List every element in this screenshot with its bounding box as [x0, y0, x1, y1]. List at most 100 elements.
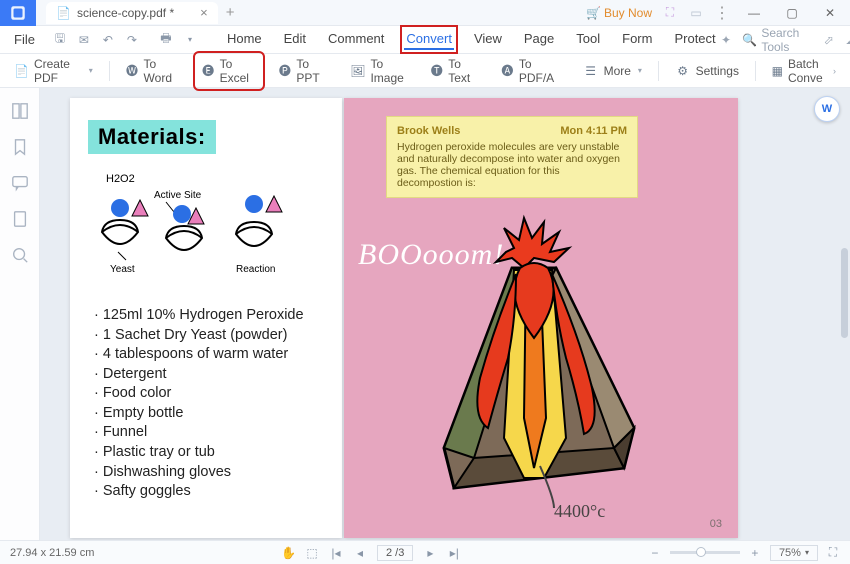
title-bar: 📄 science-copy.pdf * × + 🛒 Buy Now ⛶ ▭ ⋮… [0, 0, 850, 26]
materials-heading: Materials: [88, 120, 216, 154]
undo-icon[interactable]: ↶ [99, 31, 117, 49]
svg-text:H2O2: H2O2 [106, 173, 135, 185]
to-word-button[interactable]: 🅦To Word [120, 54, 186, 88]
page-dimensions: 27.94 x 21.59 cm [10, 547, 94, 559]
maximize-button[interactable]: ▢ [778, 3, 806, 23]
open-external-icon[interactable]: ⬀ [822, 32, 835, 48]
to-image-button[interactable]: 🖼To Image [344, 54, 414, 88]
save-icon[interactable]: 🖫 [51, 31, 69, 49]
list-item: 4 tablespoons of warm water [94, 345, 324, 365]
zoom-in-button[interactable]: + [748, 546, 762, 560]
status-bar: 27.94 x 21.59 cm ✋ ⬚ |◂ ◂ 2 /3 ▸ ▸| − + … [0, 540, 850, 564]
last-page-button[interactable]: ▸| [447, 546, 461, 560]
search-panel-icon[interactable] [11, 246, 29, 264]
more-icon: ☰ [583, 63, 599, 79]
chevron-down-icon: ▾ [89, 66, 93, 75]
tab-tool[interactable]: Tool [574, 29, 602, 50]
app-logo[interactable] [0, 0, 36, 26]
cloud-icon[interactable]: ☁ [845, 32, 850, 48]
ppt-icon: 🅟 [278, 63, 291, 79]
to-pdfa-button[interactable]: 🅐To PDF/A [495, 54, 567, 88]
zoom-level[interactable]: 75%▾ [770, 545, 818, 561]
tab-page[interactable]: Page [522, 29, 556, 50]
kebab-menu-icon[interactable]: ⋮ [714, 3, 730, 23]
to-excel-button[interactable]: 🅔To Excel [196, 54, 263, 88]
list-item: Empty bottle [94, 404, 324, 424]
tab-form[interactable]: Form [620, 29, 654, 50]
to-ppt-button[interactable]: 🅟To PPT [272, 54, 334, 88]
to-text-button[interactable]: 🅣To Text [424, 54, 485, 88]
print-icon[interactable]: 🖶 [157, 31, 175, 49]
file-menu[interactable]: File [6, 32, 43, 47]
chevron-down-icon: ▾ [805, 548, 809, 557]
buy-now-link[interactable]: 🛒 Buy Now [586, 6, 652, 20]
prev-page-button[interactable]: ◂ [353, 546, 367, 560]
tab-title: science-copy.pdf * [77, 6, 174, 20]
chemistry-doodle: H2O2 Active Site Yeast [96, 168, 324, 278]
bookmark-icon[interactable] [11, 138, 29, 156]
gift-icon[interactable]: ⛶ [662, 5, 678, 21]
temperature-label: 4400°c [554, 501, 605, 522]
quick-access-toolbar: 🖫 ✉ ↶ ↷ 🖶 ▾ [45, 31, 205, 49]
svg-text:Reaction: Reaction [236, 264, 275, 275]
vertical-scrollbar[interactable] [841, 248, 848, 338]
settings-button[interactable]: ⚙Settings [669, 60, 745, 82]
more-button[interactable]: ☰More▾ [577, 60, 648, 82]
chevron-right-icon: › [833, 66, 836, 76]
batch-convert-button[interactable]: ▦Batch Conve› [766, 54, 842, 88]
tab-edit[interactable]: Edit [282, 29, 308, 50]
new-tab-button[interactable]: + [226, 4, 235, 21]
document-tab[interactable]: 📄 science-copy.pdf * × [46, 2, 218, 24]
tab-comment[interactable]: Comment [326, 29, 386, 50]
list-item: Funnel [94, 423, 324, 443]
side-panel [0, 88, 40, 540]
list-item: Dishwashing gloves [94, 463, 324, 483]
page-indicator[interactable]: 2 /3 [377, 545, 413, 561]
close-window-button[interactable]: ✕ [816, 3, 844, 23]
first-page-button[interactable]: |◂ [329, 546, 343, 560]
tab-view[interactable]: View [472, 29, 504, 50]
pdfa-icon: 🅐 [501, 63, 514, 79]
materials-list: 125ml 10% Hydrogen Peroxide 1 Sachet Dry… [88, 306, 324, 502]
print-dropdown-icon[interactable]: ▾ [181, 31, 199, 49]
sparkle-icon[interactable]: ✦ [720, 32, 733, 48]
svg-text:Yeast: Yeast [110, 264, 135, 275]
create-pdf-button[interactable]: 📄Create PDF▾ [8, 54, 99, 88]
create-pdf-icon: 📄 [14, 63, 29, 79]
select-tool-icon[interactable]: ⬚ [305, 546, 319, 560]
tab-protect[interactable]: Protect [672, 29, 717, 50]
notification-icon[interactable]: ▭ [688, 5, 704, 21]
text-icon: 🅣 [430, 63, 443, 79]
convert-toolbar: 📄Create PDF▾ 🅦To Word 🅔To Excel 🅟To PPT … [0, 54, 850, 88]
tab-home[interactable]: Home [225, 29, 264, 50]
document-canvas[interactable]: Materials: H2O2 Active Site [40, 88, 850, 540]
search-icon: 🔍 [742, 33, 757, 47]
menu-bar: File 🖫 ✉ ↶ ↷ 🖶 ▾ Home Edit Comment Conve… [0, 26, 850, 54]
search-tools-input[interactable]: 🔍 Search Tools [742, 26, 812, 54]
list-item: 1 Sachet Dry Yeast (powder) [94, 326, 324, 346]
mail-icon[interactable]: ✉ [75, 31, 93, 49]
fit-page-icon[interactable]: ⛶ [826, 545, 840, 560]
gear-icon: ⚙ [675, 63, 691, 79]
page-right: Brook Wells Mon 4:11 PM Hydrogen peroxid… [344, 98, 738, 538]
close-tab-icon[interactable]: × [200, 5, 208, 20]
zoom-slider[interactable] [670, 551, 740, 554]
list-item: Detergent [94, 365, 324, 385]
word-icon: 🅦 [126, 63, 139, 79]
list-item: 125ml 10% Hydrogen Peroxide [94, 306, 324, 326]
zoom-out-button[interactable]: − [648, 546, 662, 560]
hand-tool-icon[interactable]: ✋ [281, 546, 295, 560]
thumbnails-icon[interactable] [11, 102, 29, 120]
attachment-icon[interactable] [11, 210, 29, 228]
comment-panel-icon[interactable] [11, 174, 29, 192]
page-left: Materials: H2O2 Active Site [70, 98, 342, 538]
redo-icon[interactable]: ↷ [123, 31, 141, 49]
word-export-badge[interactable]: W [814, 96, 840, 122]
svg-text:Active Site: Active Site [154, 190, 202, 201]
workspace: Materials: H2O2 Active Site [0, 88, 850, 540]
list-item: Food color [94, 384, 324, 404]
tab-convert[interactable]: Convert [404, 29, 454, 50]
excel-icon: 🅔 [202, 63, 215, 79]
minimize-button[interactable]: — [740, 3, 768, 23]
next-page-button[interactable]: ▸ [423, 546, 437, 560]
